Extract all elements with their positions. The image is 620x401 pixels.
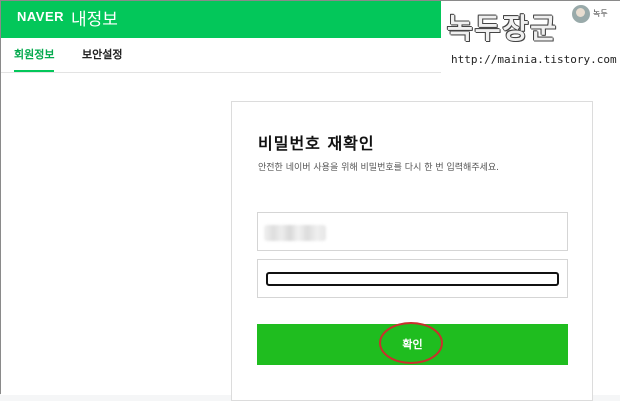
page-title[interactable]: 내정보 (71, 5, 118, 30)
highlight-oval-annotation (379, 322, 443, 364)
password-field[interactable] (257, 259, 568, 298)
watermark-text: 녹두장군 (447, 12, 559, 45)
password-confirm-card: 비밀번호 재확인 안전한 네이버 사용을 위해 비밀번호를 다시 한 번 입력해… (231, 101, 593, 401)
password-input[interactable] (266, 272, 559, 286)
form-description: 안전한 네이버 사용을 위해 비밀번호를 다시 한 번 입력해주세요. (258, 163, 500, 173)
watermark-url: http://mainia.tistory.com (451, 53, 617, 66)
avatar[interactable] (571, 4, 591, 24)
tab-security-settings[interactable]: 보안설정 (82, 38, 122, 72)
form-title: 비밀번호 재확인 (258, 134, 375, 153)
user-id-field[interactable] (257, 212, 568, 251)
naver-logo[interactable]: NAVER (17, 9, 64, 24)
user-name[interactable]: 녹두 (593, 8, 608, 19)
blurred-user-id (264, 225, 326, 241)
tab-member-info[interactable]: 회원정보 (14, 38, 55, 72)
